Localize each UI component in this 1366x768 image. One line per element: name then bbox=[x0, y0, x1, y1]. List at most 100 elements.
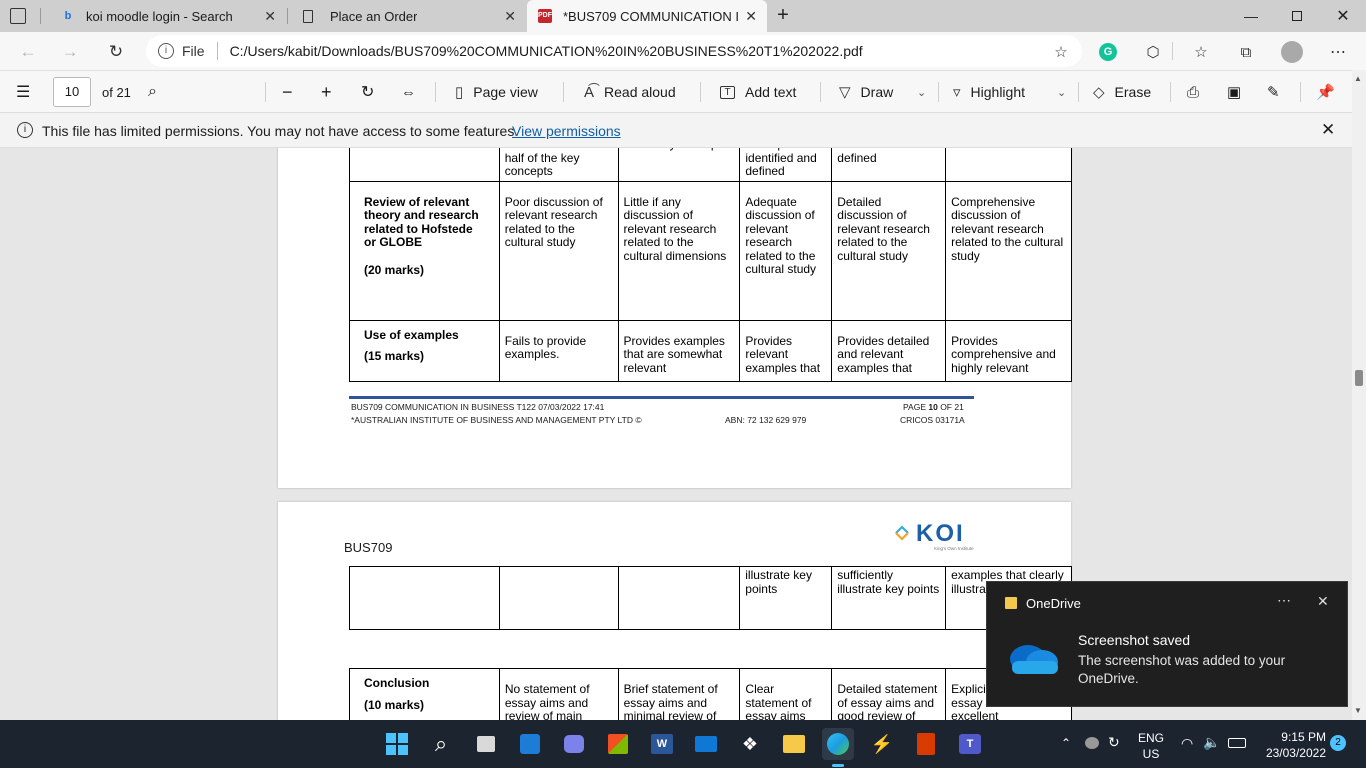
table-row: Use of examples (15 marks) Fails to prov… bbox=[349, 319, 1072, 382]
language-indicator[interactable]: ENG US bbox=[1138, 730, 1164, 762]
koi-logo-subtitle: King's Own Institute bbox=[934, 546, 974, 551]
profile-avatar[interactable] bbox=[1280, 40, 1304, 64]
notification-badge[interactable]: 2 bbox=[1330, 735, 1346, 751]
refresh-button[interactable]: ↻ bbox=[102, 38, 130, 66]
tray-app-icon[interactable] bbox=[1085, 737, 1099, 749]
footer-rule bbox=[349, 396, 974, 399]
task-view-icon[interactable] bbox=[470, 728, 502, 760]
active-app-indicator bbox=[832, 764, 844, 767]
dropbox-icon[interactable]: ❖ bbox=[734, 728, 766, 760]
pdf-toolbar: ☰ 10 of 21 ⌕ − + ↻ ⇔ ▯ Page view A͡ Read a… bbox=[0, 70, 1366, 112]
fit-width-icon[interactable]: ⇔ bbox=[401, 71, 416, 113]
teams-chat-icon[interactable] bbox=[558, 728, 590, 760]
tray-sync-icon[interactable]: ↻ bbox=[1108, 734, 1120, 751]
widgets-icon[interactable] bbox=[514, 728, 546, 760]
criterion-marks: (10 marks) bbox=[364, 697, 425, 712]
page-number-input[interactable]: 10 bbox=[53, 77, 91, 107]
toast-more-icon[interactable]: ⋯ bbox=[1277, 592, 1291, 609]
pdf-page-10: defines less than half of the key concep… bbox=[278, 148, 1072, 488]
read-aloud-button[interactable]: A͡ Read aloud bbox=[584, 71, 676, 113]
criterion-label: Review of relevant theory and research r… bbox=[364, 194, 479, 249]
favorites-icon[interactable]: ☆ bbox=[1189, 40, 1213, 64]
battery-icon[interactable] bbox=[1228, 738, 1246, 748]
zoom-out-icon[interactable]: − bbox=[282, 71, 293, 113]
start-button[interactable] bbox=[381, 728, 413, 760]
tab-pdf-document[interactable]: PDF *BUS709 COMMUNICATION IN B ✕ bbox=[527, 0, 767, 32]
search-icon[interactable]: ⌕ bbox=[425, 728, 457, 760]
highlight-icon: ▿ bbox=[953, 84, 961, 101]
footer-left-line2: *AUSTRALIAN INSTITUTE OF BUSINESS AND MA… bbox=[351, 415, 642, 425]
search-icon[interactable]: ⌕ bbox=[148, 71, 157, 113]
close-window-button[interactable]: ✕ bbox=[1320, 0, 1366, 32]
grammarly-icon[interactable]: G bbox=[1096, 40, 1120, 64]
url-box[interactable]: i File C:/Users/kabit/Downloads/BUS709%2… bbox=[146, 35, 1082, 67]
highlight-button[interactable]: ▿ Highlight bbox=[953, 71, 1025, 113]
save-as-icon[interactable]: ✎ bbox=[1267, 71, 1280, 113]
print-icon[interactable]: ⎙ bbox=[1187, 71, 1199, 113]
mail-icon[interactable] bbox=[690, 728, 722, 760]
save-icon[interactable]: ▣ bbox=[1227, 71, 1241, 113]
onedrive-small-icon bbox=[1005, 597, 1017, 609]
add-text-button[interactable]: T Add text bbox=[720, 71, 796, 113]
vertical-scrollbar[interactable]: ▲ ▼ bbox=[1352, 70, 1366, 720]
info-icon[interactable]: i bbox=[158, 43, 174, 59]
erase-button[interactable]: ◇ Erase bbox=[1093, 71, 1151, 113]
page-view-icon: ▯ bbox=[455, 84, 464, 101]
edge-icon[interactable] bbox=[822, 728, 854, 760]
table-row: Review of relevant theory and research r… bbox=[349, 180, 1072, 321]
draw-icon: ▽ bbox=[839, 84, 851, 101]
contents-icon[interactable]: ☰ bbox=[16, 71, 30, 113]
infobar-message: This file has limited permissions. You m… bbox=[42, 123, 519, 139]
wifi-icon[interactable]: ◠ bbox=[1181, 735, 1193, 752]
toast-app-name: OneDrive bbox=[1026, 596, 1081, 611]
bing-icon: b bbox=[64, 10, 72, 22]
new-tab-button[interactable]: + bbox=[772, 5, 794, 27]
rotate-icon[interactable]: ↻ bbox=[361, 71, 374, 113]
office-icon[interactable] bbox=[910, 728, 942, 760]
word-icon[interactable]: W bbox=[646, 728, 678, 760]
extensions-icon[interactable]: ⬡ bbox=[1141, 40, 1165, 64]
zoom-in-icon[interactable]: + bbox=[321, 71, 332, 113]
view-permissions-link[interactable]: View permissions bbox=[512, 123, 621, 139]
tab-actions-icon[interactable] bbox=[10, 8, 26, 24]
pin-toolbar-icon[interactable]: 📌 bbox=[1316, 71, 1335, 113]
teams-icon[interactable]: T bbox=[954, 728, 986, 760]
highlight-dropdown-icon[interactable]: ⌄ bbox=[1057, 71, 1066, 113]
pdf-icon: PDF bbox=[537, 8, 553, 24]
toast-body: The screenshot was added to your OneDriv… bbox=[1078, 653, 1286, 686]
pdf-page-11: BUS709 KOI King's Own Institute illustra… bbox=[278, 502, 1072, 720]
onedrive-notification[interactable]: OneDrive ⋯ ✕ Screenshot saved The screen… bbox=[986, 581, 1348, 707]
tab-place-order[interactable]: Place an Order ✕ bbox=[290, 0, 526, 32]
scroll-thumb[interactable] bbox=[1355, 370, 1363, 386]
file-explorer-icon[interactable] bbox=[778, 728, 810, 760]
forward-button[interactable]: → bbox=[56, 38, 84, 66]
collections-icon[interactable]: ⧉ bbox=[1234, 40, 1258, 64]
criterion-marks: (20 marks) bbox=[364, 262, 425, 277]
rubric-table: Conclusion (10 marks) No statement of es… bbox=[349, 668, 1072, 720]
store-icon[interactable] bbox=[602, 728, 634, 760]
close-tab-icon[interactable]: ✕ bbox=[745, 8, 757, 25]
url-text[interactable]: C:/Users/kabit/Downloads/BUS709%20COMMUN… bbox=[230, 43, 863, 59]
minimize-button[interactable]: — bbox=[1228, 0, 1274, 32]
toast-close-icon[interactable]: ✕ bbox=[1317, 593, 1329, 610]
app-icon[interactable]: ⚡ bbox=[866, 728, 898, 760]
back-button[interactable]: ← bbox=[14, 38, 42, 66]
page-view-button[interactable]: ▯ Page view bbox=[455, 71, 538, 113]
volume-icon[interactable]: 🔈 bbox=[1203, 734, 1220, 751]
show-hidden-icons[interactable]: ⌃ bbox=[1061, 736, 1071, 750]
restore-button[interactable] bbox=[1274, 0, 1320, 32]
clock[interactable]: 9:15 PM 23/03/2022 bbox=[1256, 729, 1326, 761]
close-tab-icon[interactable]: ✕ bbox=[264, 8, 276, 25]
more-menu-icon[interactable]: ⋯ bbox=[1326, 40, 1350, 64]
close-infobar-icon[interactable]: ✕ bbox=[1321, 120, 1335, 140]
close-tab-icon[interactable]: ✕ bbox=[504, 8, 516, 25]
favorite-add-icon[interactable]: ☆ bbox=[1049, 40, 1073, 64]
draw-button[interactable]: ▽ Draw bbox=[839, 71, 893, 113]
criterion-marks: (15 marks) bbox=[364, 349, 425, 363]
address-bar: ← → ↻ i File C:/Users/kabit/Downloads/BU… bbox=[0, 32, 1366, 70]
scroll-down-arrow[interactable]: ▼ bbox=[1354, 706, 1362, 715]
scroll-up-arrow[interactable]: ▲ bbox=[1354, 74, 1362, 83]
tab-bing-search[interactable]: b koi moodle login - Search ✕ bbox=[50, 0, 286, 32]
draw-dropdown-icon[interactable]: ⌄ bbox=[917, 71, 926, 113]
page-icon bbox=[300, 8, 316, 24]
